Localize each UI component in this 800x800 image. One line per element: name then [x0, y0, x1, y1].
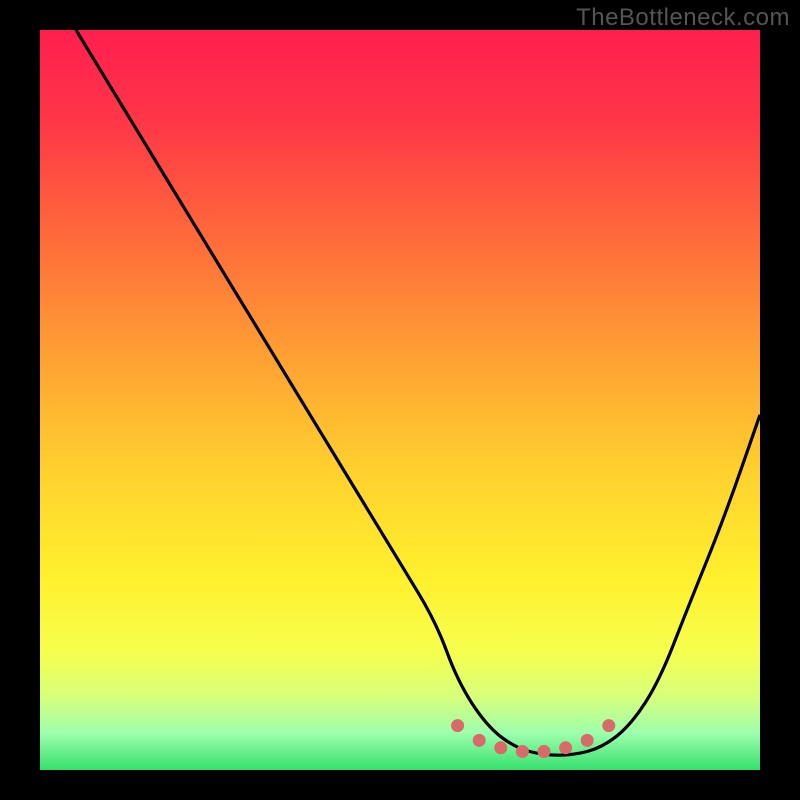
optimal-dot — [494, 741, 507, 754]
optimal-dot — [602, 719, 615, 732]
optimal-dot — [581, 734, 594, 747]
optimal-dot — [473, 734, 486, 747]
optimal-dot — [538, 745, 551, 758]
optimal-dot — [451, 719, 464, 732]
bottleneck-chart — [0, 0, 800, 800]
optimal-dot — [516, 745, 529, 758]
optimal-dot — [559, 741, 572, 754]
chart-frame: TheBottleneck.com — [0, 0, 800, 800]
plot-background — [40, 30, 760, 770]
watermark-text: TheBottleneck.com — [576, 4, 790, 32]
